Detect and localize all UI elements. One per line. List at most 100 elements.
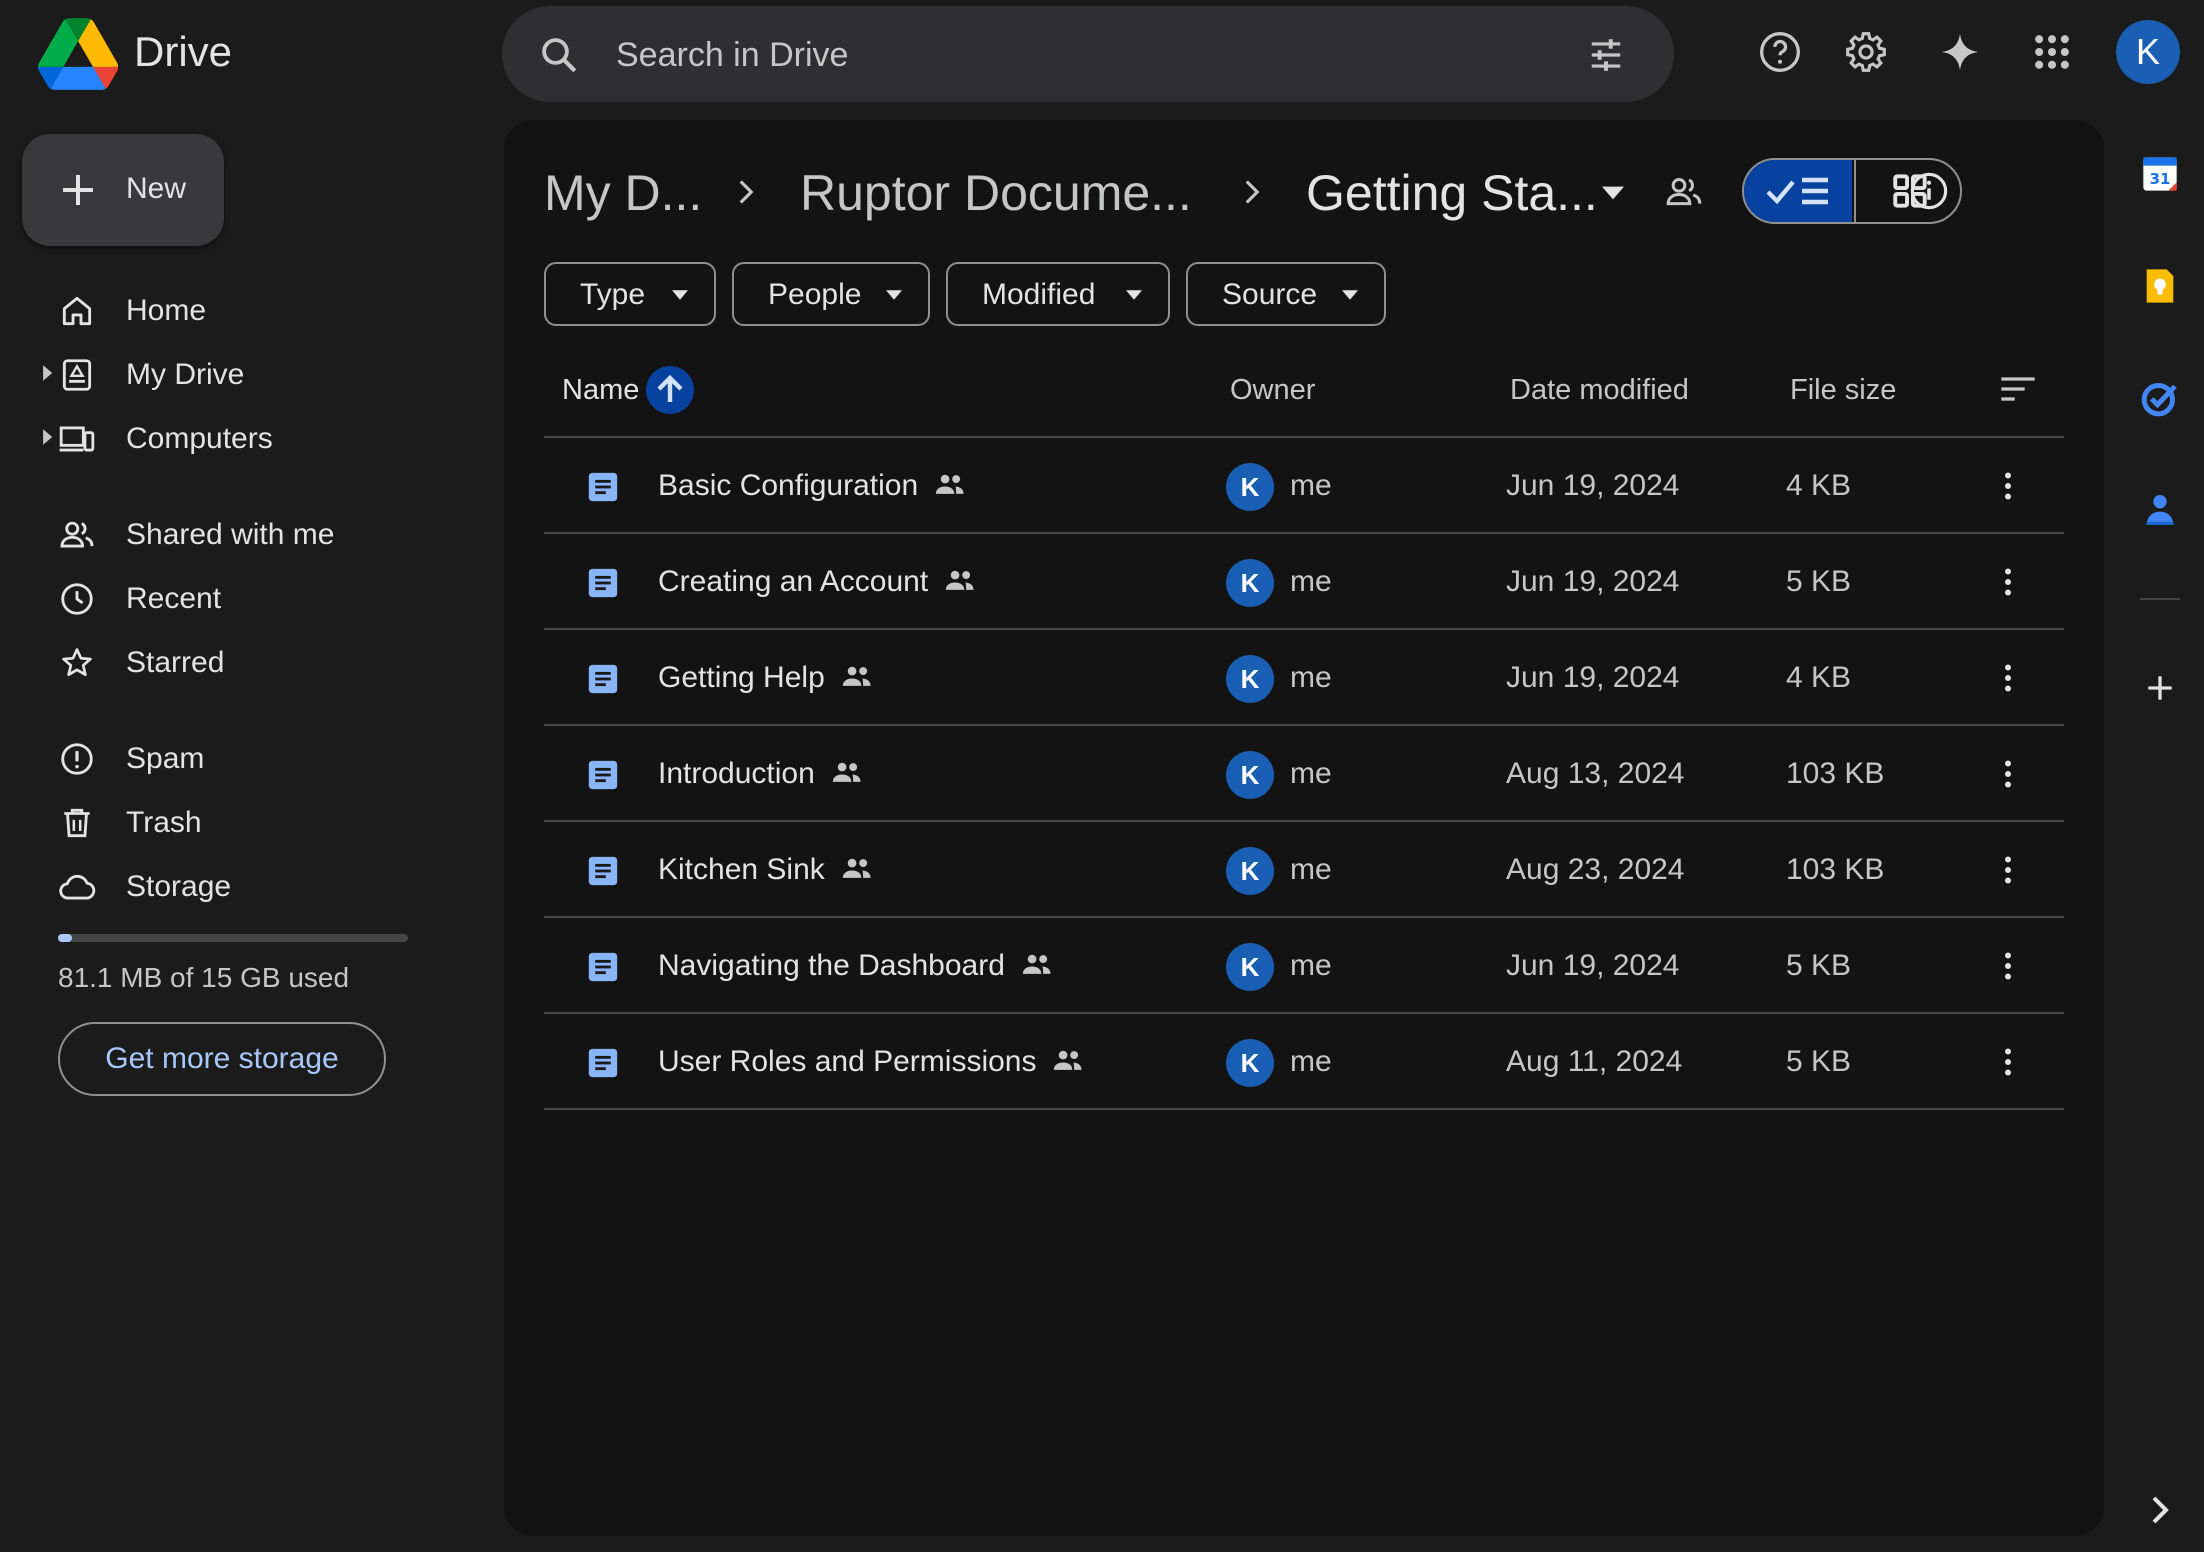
sidebar-item-label: Trash bbox=[126, 806, 202, 839]
get-more-storage-button[interactable]: Get more storage bbox=[58, 1022, 386, 1096]
breadcrumb-chevron-icon bbox=[734, 178, 758, 206]
column-header-date-modified[interactable]: Date modified bbox=[1510, 374, 1689, 407]
sidebar-item-starred[interactable]: Starred bbox=[0, 632, 480, 690]
owner-name: me bbox=[1290, 565, 1332, 598]
search-options-icon[interactable] bbox=[1586, 36, 1626, 74]
filter-label: Source bbox=[1222, 278, 1318, 311]
folder-menu-caret-icon[interactable] bbox=[1602, 186, 1624, 200]
more-actions-icon[interactable] bbox=[1990, 660, 2026, 696]
contacts-icon[interactable] bbox=[2140, 490, 2180, 530]
owner-avatar: K bbox=[1226, 463, 1274, 511]
file-row[interactable]: Kitchen Sink Kme Aug 23, 2024 103 KB bbox=[544, 822, 2064, 918]
file-row[interactable]: Getting Help Kme Jun 19, 2024 4 KB bbox=[544, 630, 2064, 726]
column-header-file-size[interactable]: File size bbox=[1790, 374, 1896, 407]
shared-people-icon bbox=[841, 664, 873, 688]
my-drive-icon bbox=[58, 356, 96, 394]
search-input[interactable]: Search in Drive bbox=[616, 36, 848, 75]
filter-modified[interactable]: Modified bbox=[946, 262, 1170, 326]
breadcrumb-current-folder[interactable]: Getting Sta... bbox=[1306, 164, 1598, 222]
filter-label: People bbox=[768, 278, 862, 311]
date-modified: Jun 19, 2024 bbox=[1506, 949, 1680, 982]
google-doc-icon bbox=[586, 662, 620, 696]
sidebar-item-trash[interactable]: Trash bbox=[0, 792, 480, 850]
file-size: 4 KB bbox=[1786, 661, 1852, 694]
breadcrumb-chevron-icon bbox=[1240, 178, 1264, 206]
sidebar-item-storage[interactable]: Storage bbox=[0, 856, 480, 914]
new-button[interactable]: New bbox=[22, 134, 224, 246]
filter-label: Type bbox=[580, 278, 646, 311]
date-modified: Jun 19, 2024 bbox=[1506, 565, 1680, 598]
storage-usage-text: 81.1 MB of 15 GB used bbox=[58, 962, 350, 993]
expand-side-panel-chevron-icon[interactable] bbox=[2146, 1494, 2174, 1526]
expand-caret-icon[interactable] bbox=[40, 364, 54, 382]
sidebar-item-label: Home bbox=[126, 294, 207, 327]
sidebar-item-shared-with-me[interactable]: Shared with me bbox=[0, 504, 480, 562]
file-row[interactable]: Creating an Account Kme Jun 19, 2024 5 KB bbox=[544, 534, 2064, 630]
cloud-icon bbox=[58, 868, 96, 906]
account-avatar[interactable]: K bbox=[2116, 20, 2180, 84]
date-modified: Aug 23, 2024 bbox=[1506, 853, 1685, 886]
expand-caret-icon[interactable] bbox=[40, 428, 54, 446]
sidebar-item-label: Spam bbox=[126, 742, 205, 775]
sidebar-item-recent[interactable]: Recent bbox=[0, 568, 480, 626]
settings-gear-icon[interactable] bbox=[1844, 30, 1888, 74]
google-doc-icon bbox=[586, 758, 620, 792]
filter-people[interactable]: People bbox=[732, 262, 930, 326]
file-row[interactable]: Basic Configuration Kme Jun 19, 2024 4 KB bbox=[544, 438, 2064, 534]
sidebar-item-spam[interactable]: Spam bbox=[0, 728, 480, 786]
more-actions-icon[interactable] bbox=[1990, 1044, 2026, 1080]
add-addon-plus-icon[interactable] bbox=[2140, 668, 2180, 708]
sidebar-item-my-drive[interactable]: My Drive bbox=[0, 344, 480, 402]
search-bar[interactable]: Search in Drive bbox=[502, 6, 1674, 102]
shared-people-icon bbox=[934, 472, 966, 496]
info-icon[interactable] bbox=[1908, 170, 1950, 212]
file-name[interactable]: Creating an Account bbox=[658, 565, 928, 599]
filter-source[interactable]: Source bbox=[1186, 262, 1386, 326]
drive-logo[interactable] bbox=[38, 18, 118, 90]
gemini-sparkle-icon[interactable] bbox=[1938, 30, 1982, 74]
tasks-icon[interactable] bbox=[2140, 378, 2180, 418]
keep-icon[interactable] bbox=[2140, 266, 2180, 306]
file-row[interactable]: Navigating the Dashboard Kme Jun 19, 2024 5… bbox=[544, 918, 2064, 1014]
computers-icon bbox=[58, 420, 96, 458]
list-view-button[interactable] bbox=[1744, 160, 1852, 222]
shared-people-icon bbox=[841, 856, 873, 880]
google-doc-icon bbox=[586, 1046, 620, 1080]
file-row[interactable]: Introduction Kme Aug 13, 2024 103 KB bbox=[544, 726, 2064, 822]
file-name[interactable]: Basic Configuration bbox=[658, 469, 918, 503]
sort-ascending-arrow-icon[interactable] bbox=[646, 366, 694, 414]
file-name[interactable]: User Roles and Permissions bbox=[658, 1045, 1036, 1079]
sidebar-item-label: Shared with me bbox=[126, 518, 335, 551]
search-icon[interactable] bbox=[538, 34, 580, 76]
breadcrumb-my-drive[interactable]: My D... bbox=[544, 164, 702, 222]
filter-type[interactable]: Type bbox=[544, 262, 716, 326]
more-actions-icon[interactable] bbox=[1990, 564, 2026, 600]
file-name[interactable]: Getting Help bbox=[658, 661, 825, 695]
more-actions-icon[interactable] bbox=[1990, 468, 2026, 504]
sidebar-item-home[interactable]: Home bbox=[0, 280, 480, 338]
sort-options-icon[interactable] bbox=[1998, 374, 2038, 404]
file-row[interactable]: User Roles and Permissions Kme Aug 11, 202… bbox=[544, 1014, 2064, 1110]
file-name[interactable]: Navigating the Dashboard bbox=[658, 949, 1005, 983]
google-doc-icon bbox=[586, 566, 620, 600]
dropdown-arrow-icon bbox=[672, 290, 688, 300]
column-header-name[interactable]: Name bbox=[562, 374, 639, 407]
sidebar-item-label: Starred bbox=[126, 646, 225, 679]
sidebar-item-label: Storage bbox=[126, 870, 232, 903]
more-actions-icon[interactable] bbox=[1990, 756, 2026, 792]
owner-avatar: K bbox=[1226, 943, 1274, 991]
calendar-icon[interactable]: 31 bbox=[2140, 154, 2180, 194]
file-name[interactable]: Kitchen Sink bbox=[658, 853, 825, 887]
sidebar-item-computers[interactable]: Computers bbox=[0, 408, 480, 466]
google-doc-icon bbox=[586, 470, 620, 504]
file-name[interactable]: Introduction bbox=[658, 757, 815, 791]
more-actions-icon[interactable] bbox=[1990, 852, 2026, 888]
apps-grid-icon[interactable] bbox=[2030, 30, 2074, 74]
column-header-owner[interactable]: Owner bbox=[1230, 374, 1315, 407]
google-doc-icon bbox=[586, 950, 620, 984]
shared-folder-people-icon[interactable] bbox=[1664, 172, 1704, 212]
help-icon[interactable] bbox=[1758, 30, 1802, 74]
breadcrumb-ruptor-documentation[interactable]: Ruptor Docume... bbox=[800, 164, 1192, 222]
more-actions-icon[interactable] bbox=[1990, 948, 2026, 984]
date-modified: Jun 19, 2024 bbox=[1506, 469, 1680, 502]
